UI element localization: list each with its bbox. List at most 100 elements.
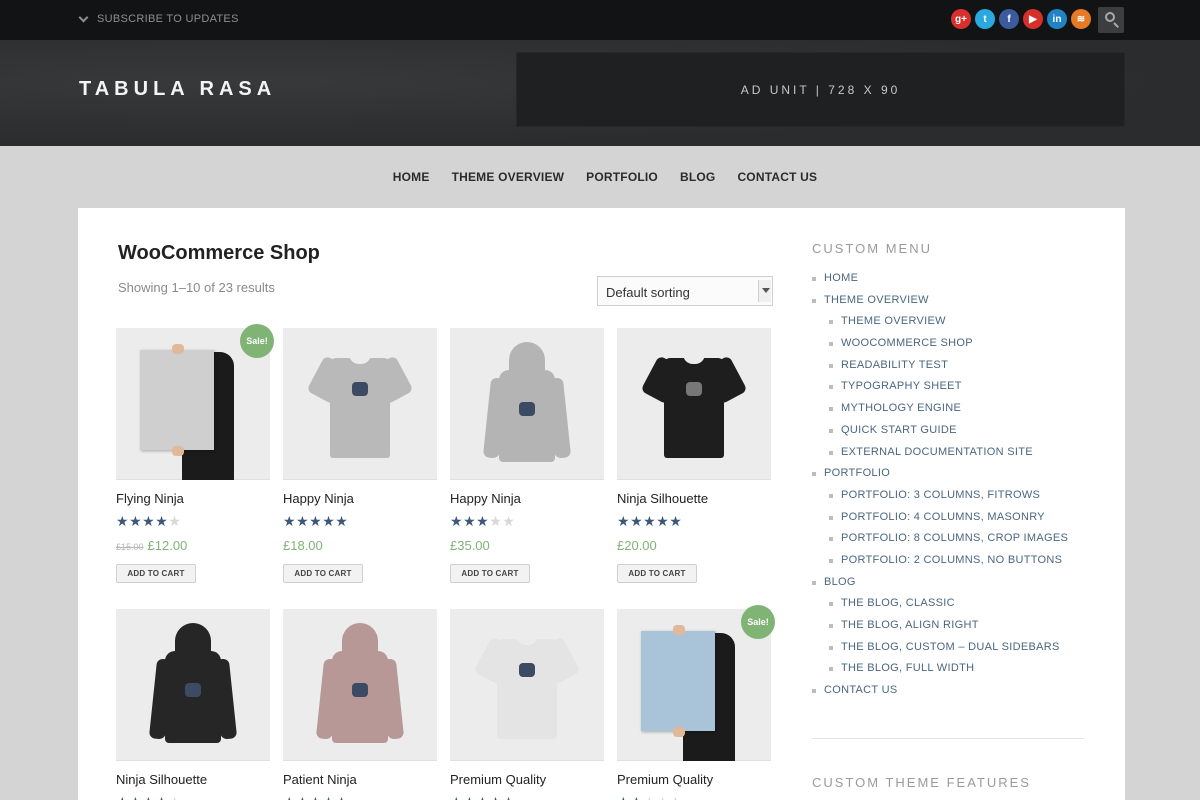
add-to-cart-button[interactable]: ADD TO CART: [450, 564, 530, 583]
sort-dropdown-arrow[interactable]: [758, 280, 771, 302]
add-to-cart-button[interactable]: ADD TO CART: [283, 564, 363, 583]
nav-home[interactable]: HOME: [393, 170, 430, 184]
add-to-cart-button[interactable]: ADD TO CART: [116, 564, 196, 583]
product-image[interactable]: [617, 328, 771, 480]
product-name[interactable]: Premium Quality: [450, 772, 546, 787]
star-icon: ★: [656, 513, 670, 529]
star-icon: ★: [116, 513, 130, 529]
content-panel: WooCommerce Shop Showing 1–10 of 23 resu…: [78, 208, 1125, 800]
twitter-icon[interactable]: t: [975, 9, 995, 29]
star-icon: ★: [450, 794, 463, 800]
star-icon: ★: [643, 794, 656, 800]
ninja-logo-icon: [185, 683, 201, 697]
hoodie-image: [482, 342, 572, 472]
star-icon: ★: [335, 794, 348, 800]
poster-image: [138, 328, 248, 480]
star-icon: ★: [450, 513, 464, 529]
product-card[interactable]: Patient Ninja★★★★★: [283, 609, 437, 800]
product-image[interactable]: [283, 609, 437, 761]
nav-theme-overview[interactable]: THEME OVERVIEW: [452, 170, 565, 184]
star-icon: ★: [309, 794, 322, 800]
star-rating: ★★★★★: [450, 513, 515, 530]
product-card[interactable]: Happy Ninja ★★★★★ £18.00 ADD TO CART: [283, 328, 437, 583]
ad-unit[interactable]: AD UNIT | 728 X 90: [516, 52, 1125, 127]
star-rating: ★★★★★: [450, 794, 515, 800]
sidebar-menu-item[interactable]: THE BLOG, ALIGN RIGHT: [812, 619, 1068, 641]
product-image[interactable]: [450, 328, 604, 480]
sidebar-menu-item[interactable]: PORTFOLIO: 3 COLUMNS, FITROWS: [812, 489, 1068, 511]
product-card[interactable]: Happy Ninja ★★★★★ £35.00 ADD TO CART: [450, 328, 604, 583]
product-name[interactable]: Patient Ninja: [283, 772, 357, 787]
sidebar-menu-item[interactable]: THEME OVERVIEW: [812, 315, 1068, 337]
sidebar-menu-item[interactable]: PORTFOLIO: [812, 467, 1068, 489]
subscribe-link[interactable]: SUBSCRIBE TO UPDATES: [78, 12, 239, 25]
sidebar-menu-item[interactable]: HOME: [812, 272, 1068, 294]
youtube-icon[interactable]: ▶: [1023, 9, 1043, 29]
sale-badge: Sale!: [240, 324, 274, 358]
rss-icon[interactable]: ≋: [1071, 9, 1091, 29]
site-logo[interactable]: TABULA RASA: [79, 78, 276, 101]
old-price: £15.00: [116, 542, 144, 552]
product-price: £18.00: [283, 538, 323, 553]
facebook-icon[interactable]: f: [999, 9, 1019, 29]
nav-blog[interactable]: BLOG: [680, 170, 715, 184]
sidebar-menu-item[interactable]: CONTACT US: [812, 684, 1068, 706]
sidebar-menu-item[interactable]: QUICK START GUIDE: [812, 424, 1068, 446]
star-icon: ★: [116, 794, 129, 800]
sidebar-menu-item[interactable]: EXTERNAL DOCUMENTATION SITE: [812, 446, 1068, 468]
current-price: £35.00: [450, 538, 490, 553]
star-rating: ★★★★★: [283, 513, 348, 530]
product-card[interactable]: Premium Quality ★★★★★: [450, 609, 604, 800]
sidebar-menu-item[interactable]: MYTHOLOGY ENGINE: [812, 402, 1068, 424]
sidebar-menu-item[interactable]: THE BLOG, CLASSIC: [812, 597, 1068, 619]
product-name[interactable]: Flying Ninja: [116, 491, 184, 506]
hoodie-part: [509, 342, 545, 382]
star-icon: ★: [296, 513, 310, 529]
star-icon: ★: [283, 513, 297, 529]
sidebar-menu-item[interactable]: WOOCOMMERCE SHOP: [812, 337, 1068, 359]
star-icon: ★: [309, 513, 323, 529]
product-name[interactable]: Premium Quality: [617, 772, 713, 787]
chevron-down-icon: [78, 12, 89, 22]
product-name[interactable]: Ninja Silhouette: [617, 491, 708, 506]
search-button[interactable]: [1098, 7, 1124, 33]
product-card[interactable]: Sale! Flying Ninja ★★★★★ £15.00 £12.00 ADD TO…: [116, 324, 274, 583]
ninja-logo-icon: [686, 382, 702, 396]
hand-shape: [172, 344, 184, 354]
sidebar-menu-item[interactable]: TYPOGRAPHY SHEET: [812, 380, 1068, 402]
product-name[interactable]: Happy Ninja: [450, 491, 521, 506]
product-card[interactable]: Ninja Silhouette ★★★★★: [116, 609, 270, 800]
product-card[interactable]: Ninja Silhouette ★★★★★ £20.00 ADD TO CART: [617, 328, 771, 583]
hoodie-image: [315, 623, 405, 753]
sidebar-menu-item[interactable]: THE BLOG, CUSTOM – DUAL SIDEBARS: [812, 641, 1068, 663]
product-name[interactable]: Ninja Silhouette: [116, 772, 207, 787]
sidebar-menu-item[interactable]: BLOG: [812, 576, 1068, 598]
nav-portfolio[interactable]: PORTFOLIO: [586, 170, 658, 184]
sidebar-menu-item[interactable]: THEME OVERVIEW: [812, 294, 1068, 316]
product-name[interactable]: Happy Ninja: [283, 491, 354, 506]
sidebar-menu-item[interactable]: PORTFOLIO: 4 COLUMNS, MASONRY: [812, 511, 1068, 533]
sort-select[interactable]: Default sorting: [597, 276, 773, 306]
star-icon: ★: [502, 513, 516, 529]
product-image[interactable]: [283, 328, 437, 480]
star-rating: ★★★★★: [116, 794, 181, 800]
hoodie-part: [499, 370, 555, 462]
sidebar-menu-item[interactable]: THE BLOG, FULL WIDTH: [812, 662, 1068, 684]
product-image[interactable]: [450, 609, 604, 761]
nav-contact-us[interactable]: CONTACT US: [737, 170, 817, 184]
add-to-cart-button[interactable]: ADD TO CART: [617, 564, 697, 583]
product-card[interactable]: Sale!Premium Quality★★★★★: [617, 605, 775, 800]
hoodie-image: [148, 623, 238, 753]
linkedin-icon[interactable]: in: [1047, 9, 1067, 29]
site-header: TABULA RASA AD UNIT | 728 X 90: [0, 40, 1200, 146]
sidebar-menu-item[interactable]: READABILITY TEST: [812, 359, 1068, 381]
sort-select-value: Default sorting: [606, 285, 690, 300]
product-image[interactable]: [116, 609, 270, 761]
sidebar-menu-item[interactable]: PORTFOLIO: 2 COLUMNS, NO BUTTONS: [812, 554, 1068, 576]
ninja-logo-icon: [519, 663, 535, 677]
sale-badge: Sale!: [741, 605, 775, 639]
star-icon: ★: [656, 794, 669, 800]
google-plus-icon[interactable]: g+: [951, 9, 971, 29]
sidebar-menu-item[interactable]: PORTFOLIO: 8 COLUMNS, CROP IMAGES: [812, 532, 1068, 554]
tshirt-part: [497, 639, 557, 739]
